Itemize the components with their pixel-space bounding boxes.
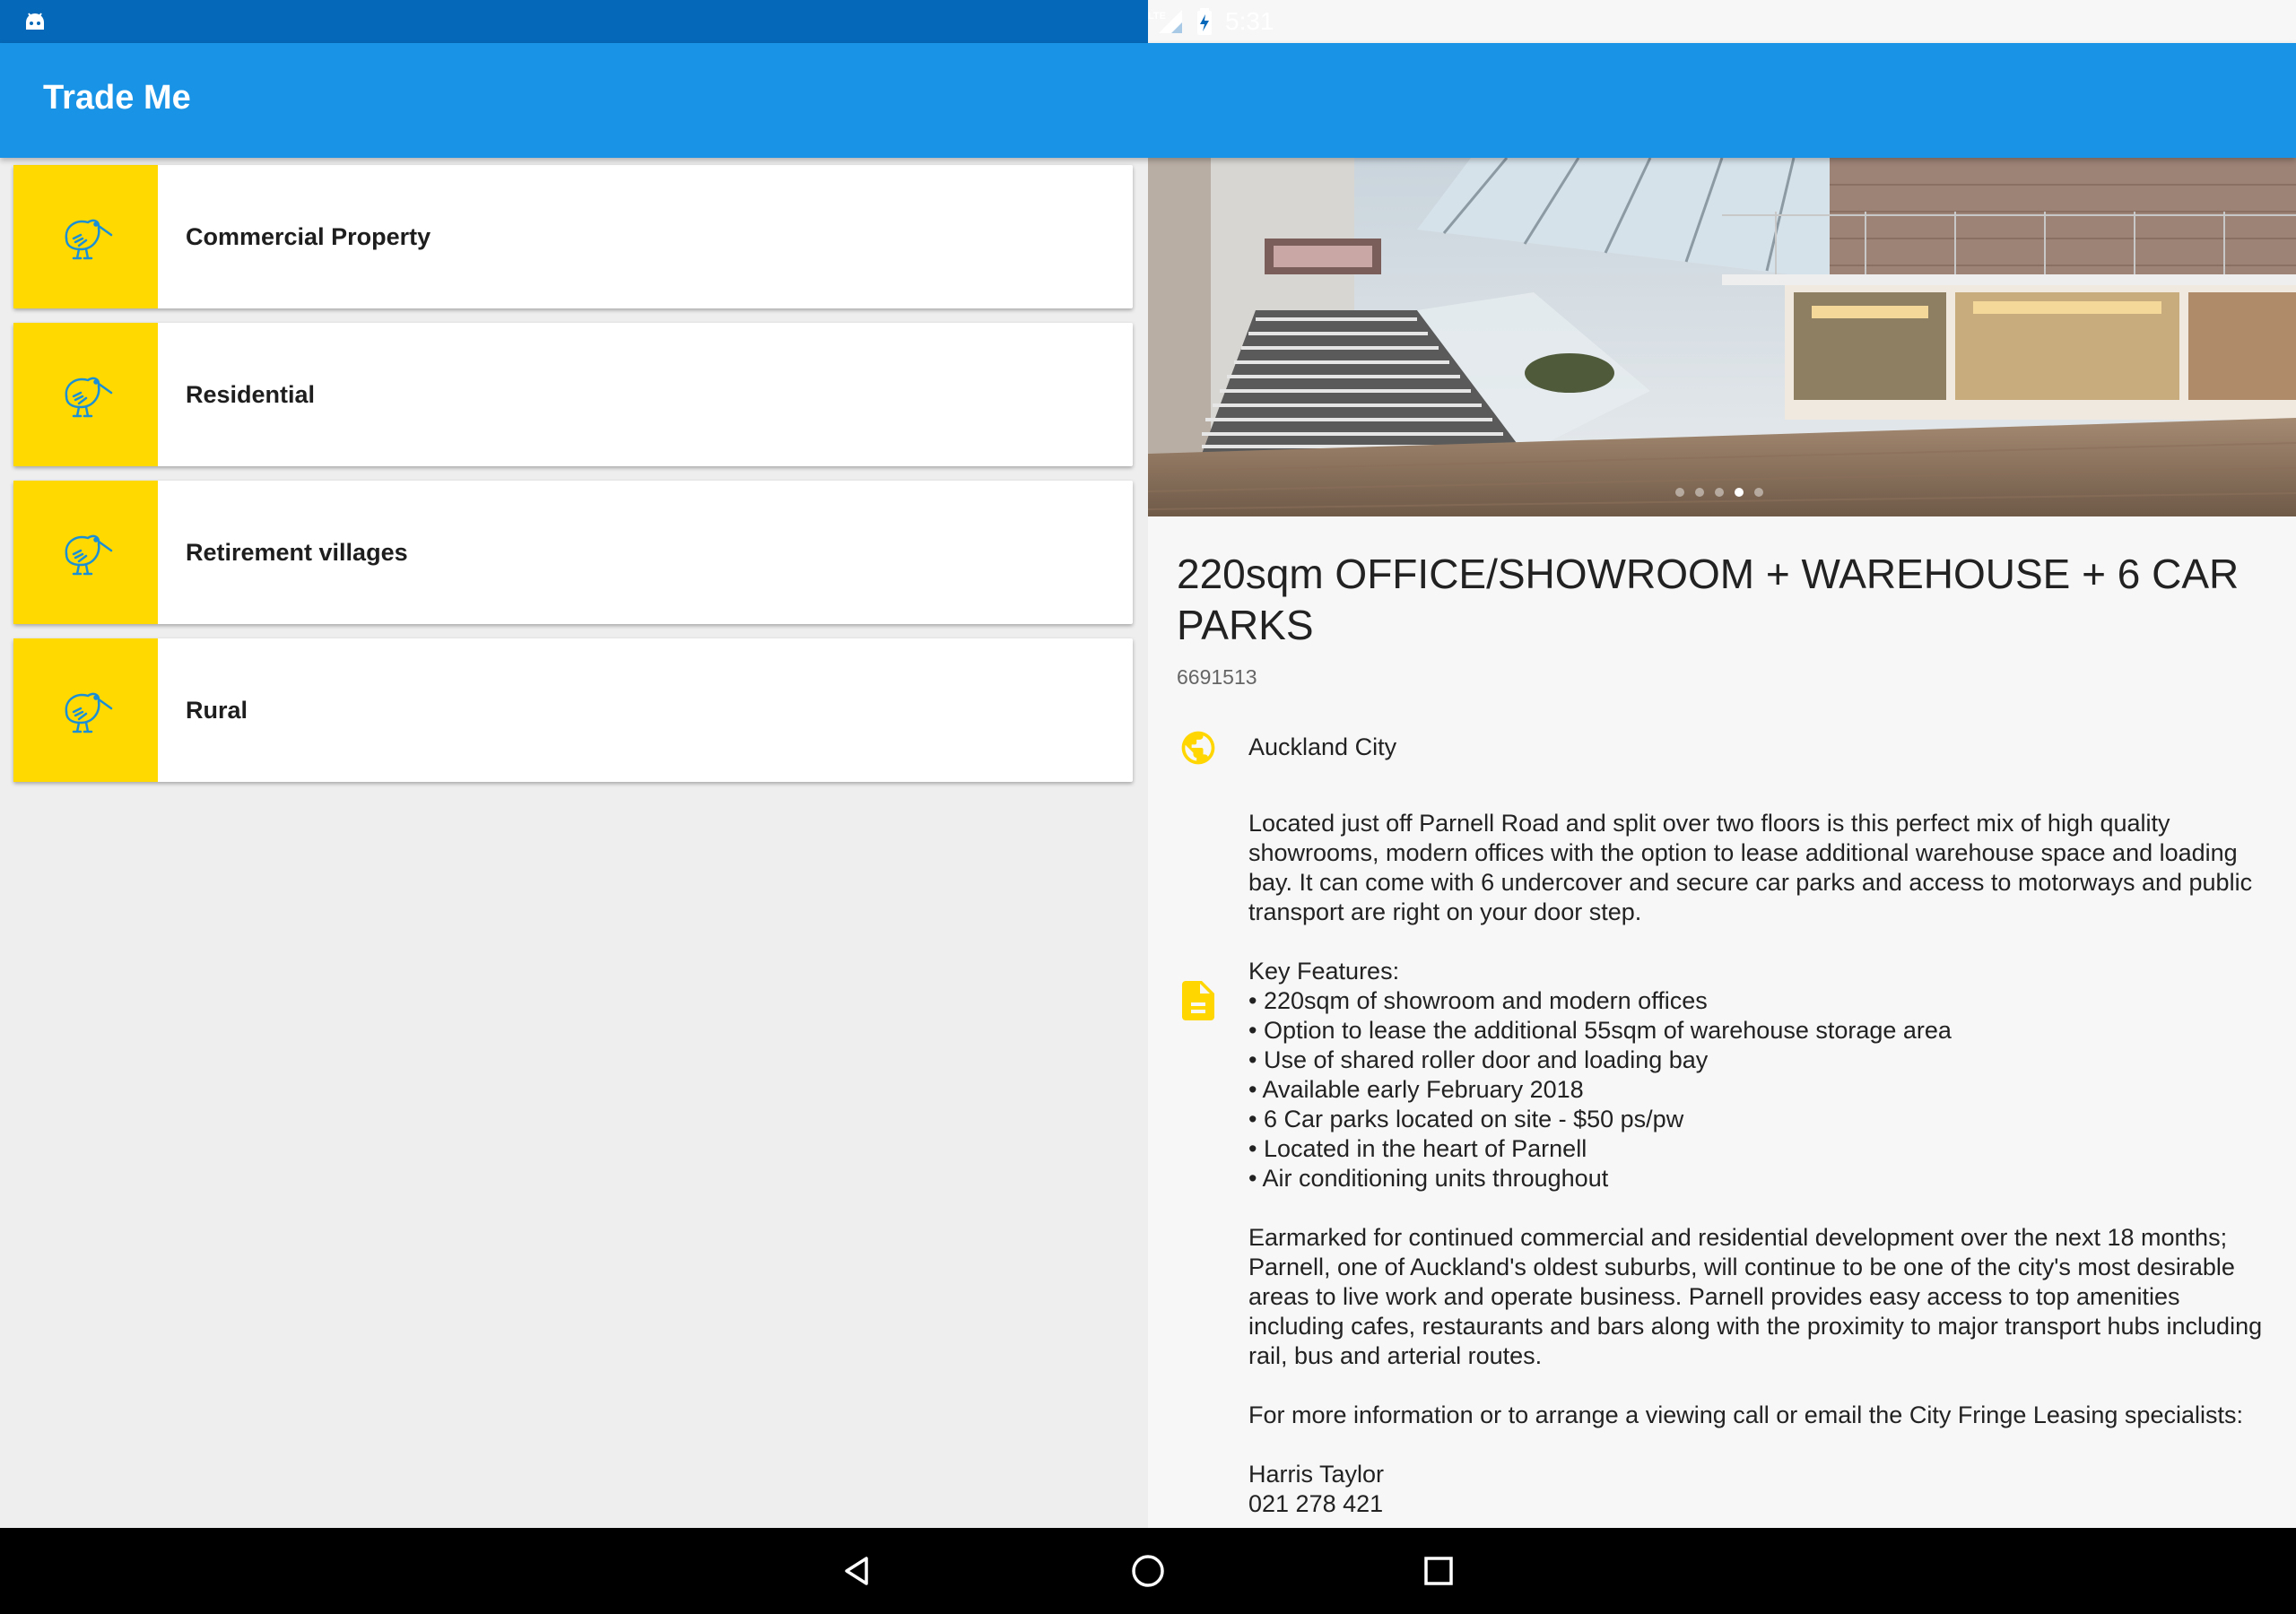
- pager-dot: [1754, 488, 1763, 497]
- kiwi-icon: [65, 377, 112, 418]
- listing-id: 6691513: [1177, 665, 1257, 689]
- gallery-pager: [1675, 488, 1763, 497]
- home-button[interactable]: [1126, 1549, 1170, 1592]
- category-thumbnail: [13, 323, 158, 466]
- pager-dot-active: [1735, 488, 1744, 497]
- category-thumbnail: [13, 481, 158, 624]
- feature-item: • Air conditioning units throughout: [1248, 1165, 1609, 1192]
- category-label: Residential: [186, 380, 316, 408]
- pager-dot: [1715, 488, 1724, 497]
- kiwi-icon: [65, 534, 112, 576]
- android-notification-icon: [26, 13, 44, 30]
- recents-icon: [1424, 1557, 1453, 1585]
- pager-dot: [1675, 488, 1684, 497]
- contact-phone[interactable]: 021 278 421: [1248, 1489, 2280, 1519]
- listing-detail: 220sqm OFFICE/SHOWROOM + WAREHOUSE + 6 C…: [1148, 158, 2296, 1528]
- description-paragraph: For more information or to arrange a vie…: [1248, 1401, 2243, 1428]
- description-paragraph: Earmarked for continued commercial and r…: [1248, 1224, 2263, 1369]
- category-thumbnail: [13, 638, 158, 782]
- kiwi-icon: [65, 692, 112, 733]
- status-bar: LTE 5:31: [0, 0, 2296, 43]
- category-list: Commercial Property Residential Retireme: [0, 158, 1148, 1528]
- pager-dot: [1695, 488, 1704, 497]
- globe-icon: [1181, 731, 1215, 765]
- kiwi-icon: [65, 219, 112, 260]
- back-icon: [845, 1557, 868, 1585]
- feature-item: • Option to lease the additional 55sqm o…: [1248, 1017, 1952, 1044]
- photo-gallery[interactable]: [1148, 158, 2296, 516]
- category-card-commercial-property[interactable]: Commercial Property: [13, 165, 1133, 308]
- category-thumbnail: [13, 165, 158, 308]
- feature-item: • 6 Car parks located on site - $50 ps/p…: [1248, 1106, 1684, 1132]
- feature-item: • Located in the heart of Parnell: [1248, 1135, 1587, 1162]
- contact-name: Harris Taylor: [1248, 1461, 1385, 1488]
- category-label: Retirement villages: [186, 538, 408, 566]
- back-button[interactable]: [836, 1549, 879, 1592]
- listing-location: Auckland City: [1248, 733, 1397, 760]
- app-bar: Trade Me: [0, 43, 2296, 158]
- category-card-rural[interactable]: Rural: [13, 638, 1133, 782]
- category-label: Commercial Property: [186, 222, 431, 250]
- app-title: Trade Me: [43, 79, 191, 117]
- category-card-retirement-villages[interactable]: Retirement villages: [13, 481, 1133, 624]
- battery-charging-icon: [1197, 8, 1212, 35]
- clock: 5:31: [1225, 7, 1274, 35]
- description-intro: Located just off Parnell Road and split …: [1248, 810, 2253, 925]
- listing-description: Located just off Parnell Road and split …: [1248, 809, 2280, 1519]
- category-label: Rural: [186, 696, 248, 724]
- listing-title: 220sqm OFFICE/SHOWROOM + WAREHOUSE + 6 C…: [1177, 551, 2239, 648]
- recents-button[interactable]: [1417, 1549, 1460, 1592]
- features-heading: Key Features:: [1248, 958, 1400, 985]
- document-icon: [1182, 981, 1214, 1020]
- signal-lte-icon: LTE: [1148, 10, 1182, 33]
- navigation-bar: [0, 1528, 2296, 1614]
- listing-photo: [1148, 158, 2296, 516]
- category-card-residential[interactable]: Residential: [13, 323, 1133, 466]
- home-icon: [1132, 1555, 1164, 1587]
- feature-item: • Available early February 2018: [1248, 1076, 1584, 1103]
- feature-item: • Use of shared roller door and loading …: [1248, 1046, 1709, 1073]
- svg-text:LTE: LTE: [1148, 11, 1166, 22]
- feature-item: • 220sqm of showroom and modern offices: [1248, 987, 1708, 1014]
